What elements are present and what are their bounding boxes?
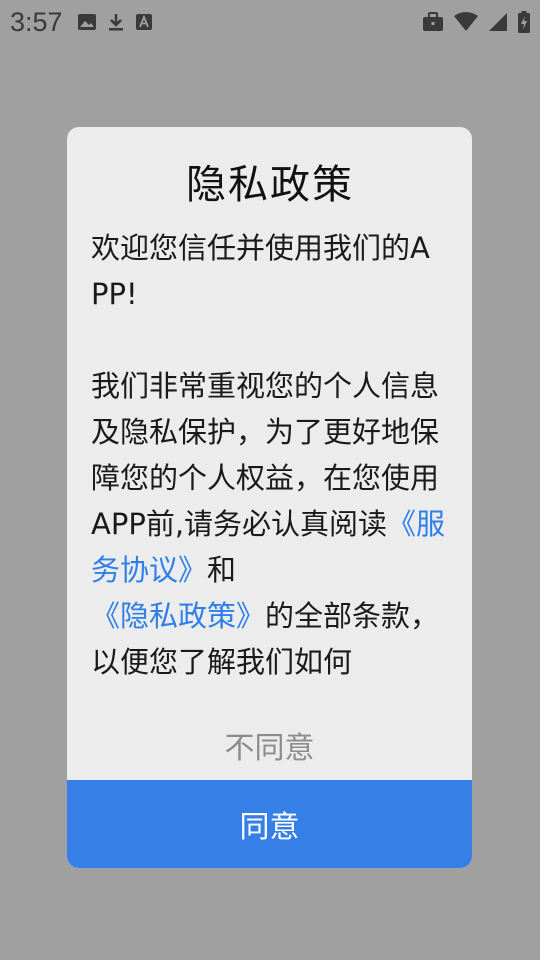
- dialog-title: 隐私政策: [186, 162, 354, 208]
- wifi-icon: [454, 12, 478, 32]
- download-icon: [107, 12, 125, 32]
- dialog-body[interactable]: 欢迎您信任并使用我们的APP! 我们非常重视您的个人信息及隐私保护，为了更好地保…: [91, 225, 447, 685]
- agree-button[interactable]: 同意: [67, 780, 472, 868]
- status-bar: 3:57: [0, 0, 540, 44]
- battery-icon: [518, 11, 530, 33]
- status-right: [422, 11, 530, 33]
- policy-text: 我们非常重视您的个人信息及隐私保护，为了更好地保障您的个人权益，在您使用APP前…: [91, 363, 447, 685]
- image-icon: [77, 13, 97, 31]
- signal-icon: [488, 12, 508, 32]
- status-left: 3:57: [10, 7, 153, 38]
- welcome-text: 欢迎您信任并使用我们的APP!: [91, 231, 430, 311]
- privacy-policy-link[interactable]: 《隐私政策》: [91, 599, 265, 633]
- briefcase-icon: [422, 12, 444, 32]
- clock: 3:57: [10, 6, 63, 37]
- policy-text-and: 和: [207, 553, 237, 587]
- disagree-button[interactable]: 不同意: [67, 718, 472, 772]
- notification-icons: [77, 12, 153, 32]
- text-a-icon: [135, 13, 153, 31]
